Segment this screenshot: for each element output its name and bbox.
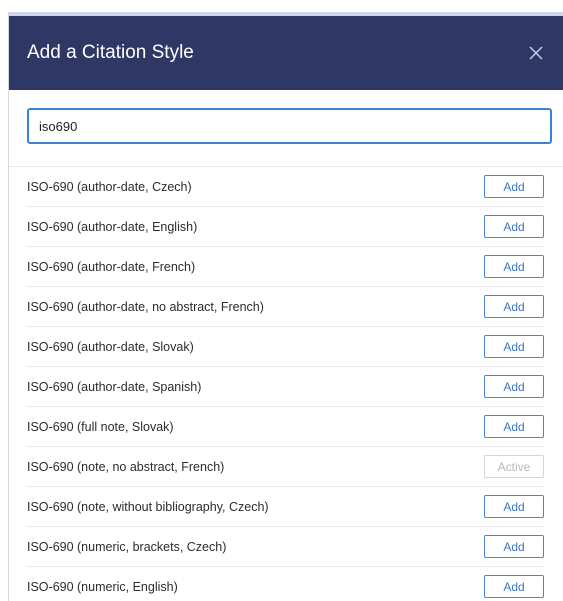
search-container <box>9 90 563 144</box>
style-name: ISO-690 (numeric, brackets, Czech) <box>27 539 227 554</box>
active-button: Active <box>484 455 544 478</box>
add-citation-style-dialog: Add a Citation Style ISO-690 (author-dat… <box>8 12 563 601</box>
dialog-header: Add a Citation Style <box>9 16 563 90</box>
add-button[interactable]: Add <box>484 255 544 278</box>
add-button[interactable]: Add <box>484 575 544 598</box>
list-item: ISO-690 (numeric, English) Add <box>27 567 544 601</box>
style-name: ISO-690 (author-date, Spanish) <box>27 379 202 394</box>
list-item: ISO-690 (author-date, French) Add <box>27 247 544 287</box>
dialog-title: Add a Citation Style <box>27 42 194 63</box>
add-button[interactable]: Add <box>484 415 544 438</box>
list-item: ISO-690 (numeric, brackets, Czech) Add <box>27 527 544 567</box>
close-icon[interactable] <box>526 43 546 63</box>
citation-style-list: ISO-690 (author-date, Czech) Add ISO-690… <box>9 166 563 601</box>
style-name: ISO-690 (full note, Slovak) <box>27 419 174 434</box>
style-name: ISO-690 (numeric, English) <box>27 579 178 594</box>
add-button[interactable]: Add <box>484 495 544 518</box>
style-name: ISO-690 (note, without bibliography, Cze… <box>27 499 269 514</box>
list-item: ISO-690 (full note, Slovak) Add <box>27 407 544 447</box>
style-name: ISO-690 (note, no abstract, French) <box>27 459 225 474</box>
style-name: ISO-690 (author-date, Czech) <box>27 179 192 194</box>
add-button[interactable]: Add <box>484 175 544 198</box>
list-item: ISO-690 (author-date, Czech) Add <box>27 167 544 207</box>
list-item: ISO-690 (note, without bibliography, Cze… <box>27 487 544 527</box>
style-name: ISO-690 (author-date, English) <box>27 219 198 234</box>
add-button[interactable]: Add <box>484 215 544 238</box>
search-input[interactable] <box>27 108 552 144</box>
add-button[interactable]: Add <box>484 335 544 358</box>
list-item: ISO-690 (author-date, English) Add <box>27 207 544 247</box>
list-item: ISO-690 (author-date, no abstract, Frenc… <box>27 287 544 327</box>
add-button[interactable]: Add <box>484 375 544 398</box>
list-item: ISO-690 (note, no abstract, French) Acti… <box>27 447 544 487</box>
style-name: ISO-690 (author-date, Slovak) <box>27 339 194 354</box>
list-item: ISO-690 (author-date, Spanish) Add <box>27 367 544 407</box>
style-name: ISO-690 (author-date, no abstract, Frenc… <box>27 299 264 314</box>
add-button[interactable]: Add <box>484 535 544 558</box>
style-name: ISO-690 (author-date, French) <box>27 259 196 274</box>
list-item: ISO-690 (author-date, Slovak) Add <box>27 327 544 367</box>
add-button[interactable]: Add <box>484 295 544 318</box>
